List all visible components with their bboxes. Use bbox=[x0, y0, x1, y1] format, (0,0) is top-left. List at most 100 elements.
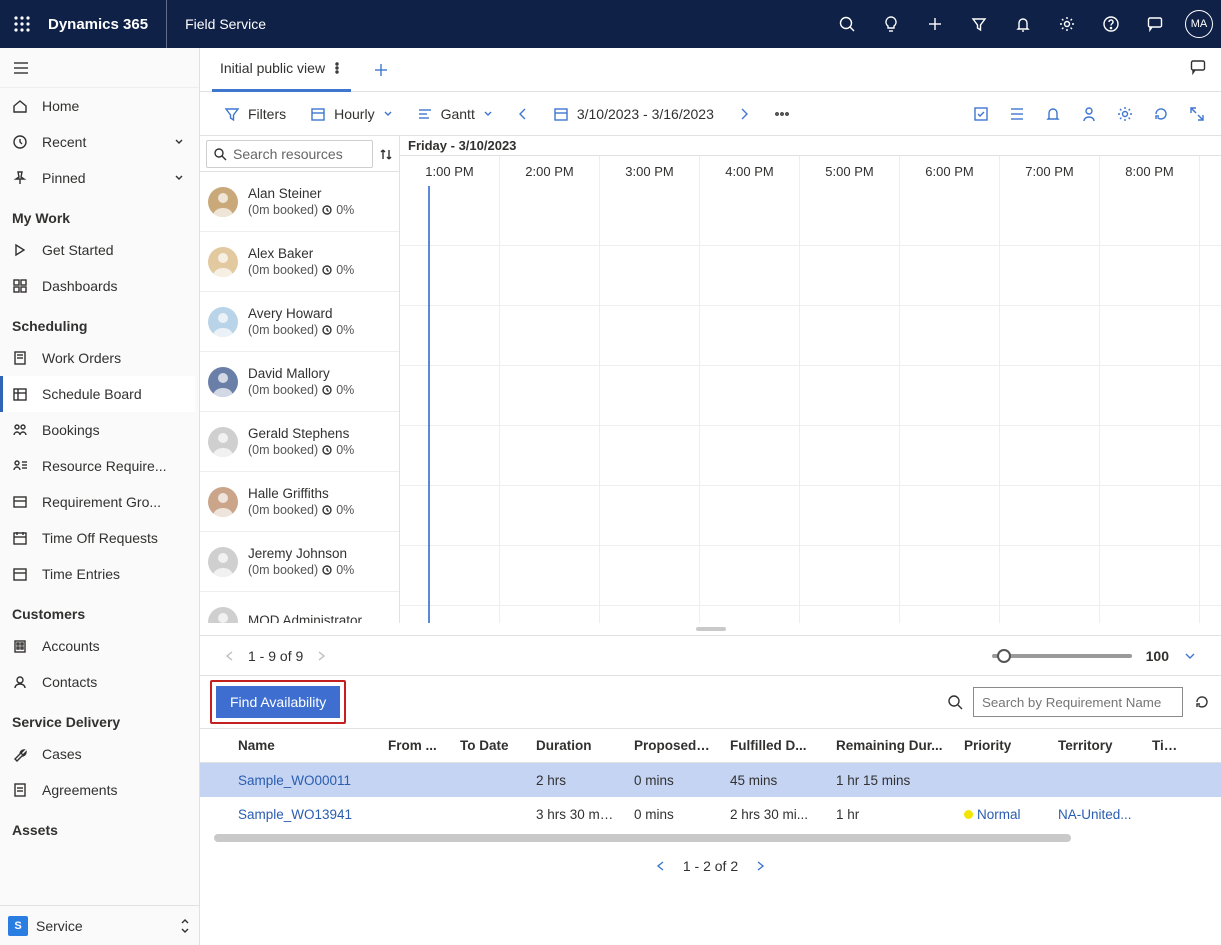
nav-agreements[interactable]: Agreements bbox=[0, 772, 195, 808]
nav-cases[interactable]: Cases bbox=[0, 736, 195, 772]
h-scrollbar[interactable] bbox=[200, 831, 1221, 845]
next-range-button[interactable] bbox=[728, 107, 760, 121]
requirement-link[interactable]: Sample_WO00011 bbox=[238, 773, 351, 788]
nav-accounts[interactable]: Accounts bbox=[0, 628, 195, 664]
avatar bbox=[208, 427, 238, 457]
product-brand[interactable]: Dynamics 365 bbox=[44, 0, 167, 48]
help-icon[interactable] bbox=[1089, 0, 1133, 48]
gantt-row[interactable] bbox=[400, 486, 1221, 546]
resource-row[interactable]: Halle Griffiths (0m booked) 0% bbox=[200, 472, 399, 532]
col-duration[interactable]: Duration bbox=[526, 738, 624, 753]
col-priority[interactable]: Priority bbox=[954, 738, 1048, 753]
more-icon[interactable] bbox=[764, 98, 800, 130]
resource-row[interactable]: David Mallory (0m booked) 0% bbox=[200, 352, 399, 412]
filter-icon[interactable] bbox=[957, 0, 1001, 48]
board-tab-active[interactable]: Initial public view bbox=[212, 48, 351, 92]
resource-row[interactable]: MOD Administrator bbox=[200, 592, 399, 623]
gantt-row[interactable] bbox=[400, 306, 1221, 366]
resource-sub: (0m booked) 0% bbox=[248, 503, 354, 517]
view-dropdown[interactable]: Gantt bbox=[407, 98, 503, 130]
avatar bbox=[208, 607, 238, 624]
avatar bbox=[208, 367, 238, 397]
gantt-row[interactable] bbox=[400, 606, 1221, 623]
nav-time-off[interactable]: Time Off Requests bbox=[0, 520, 195, 556]
refresh-icon[interactable] bbox=[1193, 693, 1211, 711]
col-to[interactable]: To Date bbox=[450, 738, 526, 753]
nav-requirement-groups[interactable]: Requirement Gro... bbox=[0, 484, 195, 520]
requirement-link[interactable]: Sample_WO13941 bbox=[238, 807, 352, 822]
col-time[interactable]: Time... bbox=[1142, 738, 1192, 753]
zoom-value: 100 bbox=[1146, 648, 1169, 664]
nav-dashboards[interactable]: Dashboards bbox=[0, 268, 195, 304]
pager-next-icon[interactable] bbox=[315, 650, 327, 662]
nav-schedule-board[interactable]: Schedule Board bbox=[0, 376, 195, 412]
hour-col: 4:00 PM bbox=[700, 156, 800, 186]
pager-next-icon[interactable] bbox=[754, 860, 766, 872]
pager-prev-icon[interactable] bbox=[655, 860, 667, 872]
nav-get-started[interactable]: Get Started bbox=[0, 232, 195, 268]
gantt-grid[interactable] bbox=[400, 186, 1221, 623]
gantt-row[interactable] bbox=[400, 366, 1221, 426]
splitter-handle[interactable] bbox=[200, 623, 1221, 635]
resource-row[interactable]: Alan Steiner (0m booked) 0% bbox=[200, 172, 399, 232]
resource-row[interactable]: Jeremy Johnson (0m booked) 0% bbox=[200, 532, 399, 592]
toolbar-icon-2[interactable] bbox=[1007, 104, 1027, 124]
toolbar-gear-icon[interactable] bbox=[1115, 104, 1135, 124]
table-row[interactable]: Sample_WO13941 3 hrs 30 mi...0 mins 2 hr… bbox=[200, 797, 1221, 831]
zoom-slider[interactable] bbox=[992, 654, 1132, 658]
prev-range-button[interactable] bbox=[507, 107, 539, 121]
toolbar-person-icon[interactable] bbox=[1079, 104, 1099, 124]
col-fulfilled[interactable]: Fulfilled D... bbox=[720, 738, 826, 753]
search-icon[interactable] bbox=[825, 0, 869, 48]
chat-icon[interactable] bbox=[1133, 0, 1177, 48]
resource-row[interactable]: Gerald Stephens (0m booked) 0% bbox=[200, 412, 399, 472]
find-availability-button[interactable]: Find Availability bbox=[216, 686, 340, 718]
user-avatar[interactable]: MA bbox=[1185, 10, 1213, 38]
area-switcher[interactable]: S Service bbox=[0, 905, 199, 945]
assistant-icon[interactable] bbox=[1189, 58, 1207, 76]
gantt-row[interactable] bbox=[400, 426, 1221, 486]
nav-toggle[interactable] bbox=[0, 48, 199, 88]
gantt-row[interactable] bbox=[400, 186, 1221, 246]
toolbar-icon-1[interactable] bbox=[971, 104, 991, 124]
gear-icon[interactable] bbox=[1045, 0, 1089, 48]
nav-resource-requirements[interactable]: Resource Require... bbox=[0, 448, 195, 484]
resource-search[interactable]: Search resources bbox=[206, 140, 373, 168]
toolbar-expand-icon[interactable] bbox=[1187, 104, 1207, 124]
more-vertical-icon[interactable] bbox=[331, 61, 343, 75]
gantt-row[interactable] bbox=[400, 546, 1221, 606]
col-proposed[interactable]: Proposed ... bbox=[624, 738, 720, 753]
add-tab-button[interactable] bbox=[367, 56, 395, 84]
resource-row[interactable]: Avery Howard (0m booked) 0% bbox=[200, 292, 399, 352]
board-toolbar: Filters Hourly Gantt 3/10/2023 - 3/16/20… bbox=[200, 92, 1221, 136]
lightbulb-icon[interactable] bbox=[869, 0, 913, 48]
module-name[interactable]: Field Service bbox=[167, 16, 284, 32]
col-from[interactable]: From ... bbox=[378, 738, 450, 753]
col-territory[interactable]: Territory bbox=[1048, 738, 1142, 753]
add-icon[interactable] bbox=[913, 0, 957, 48]
table-row[interactable]: Sample_WO00011 2 hrs0 mins 45 mins1 hr 1… bbox=[200, 763, 1221, 797]
toolbar-refresh-icon[interactable] bbox=[1151, 104, 1171, 124]
interval-dropdown[interactable]: Hourly bbox=[300, 98, 402, 130]
resource-sub: (0m booked) 0% bbox=[248, 323, 354, 337]
toolbar-bell-icon[interactable] bbox=[1043, 104, 1063, 124]
requirement-search-input[interactable] bbox=[973, 687, 1183, 717]
nav-contacts[interactable]: Contacts bbox=[0, 664, 195, 700]
sort-icon[interactable] bbox=[379, 147, 393, 161]
pager-prev-icon[interactable] bbox=[224, 650, 236, 662]
nav-bookings[interactable]: Bookings bbox=[0, 412, 195, 448]
filters-button[interactable]: Filters bbox=[214, 98, 296, 130]
col-remaining[interactable]: Remaining Dur... bbox=[826, 738, 954, 753]
nav-pinned[interactable]: Pinned bbox=[0, 160, 195, 196]
nav-home[interactable]: Home bbox=[0, 88, 195, 124]
gantt-row[interactable] bbox=[400, 246, 1221, 306]
resource-row[interactable]: Alex Baker (0m booked) 0% bbox=[200, 232, 399, 292]
col-name[interactable]: Name bbox=[228, 738, 378, 753]
bell-icon[interactable] bbox=[1001, 0, 1045, 48]
nav-recent[interactable]: Recent bbox=[0, 124, 195, 160]
nav-time-entries[interactable]: Time Entries bbox=[0, 556, 195, 592]
app-launcher-button[interactable] bbox=[0, 0, 44, 48]
collapse-icon[interactable] bbox=[1183, 649, 1197, 663]
nav-work-orders[interactable]: Work Orders bbox=[0, 340, 195, 376]
date-range-picker[interactable]: 3/10/2023 - 3/16/2023 bbox=[543, 98, 724, 130]
